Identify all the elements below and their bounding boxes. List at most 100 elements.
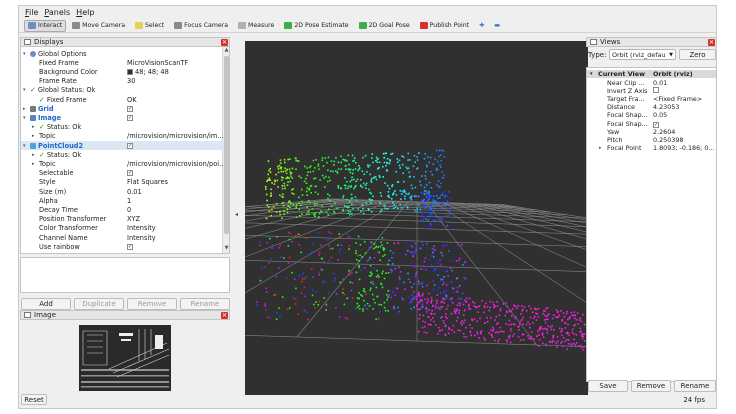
tree-row[interactable]: ▾ ✓ Global Status: Ok (21, 86, 224, 95)
view-type-select[interactable]: Orbit (rviz_defau ▼ (609, 49, 676, 60)
point-cloud-point (280, 170, 283, 173)
tool-2d-goal-pose[interactable]: 2D Goal Pose (355, 20, 414, 32)
3d-viewport[interactable] (245, 41, 588, 395)
menu-help[interactable]: Help (76, 8, 94, 17)
view-property-row[interactable]: Distance 4.23053 (587, 103, 716, 111)
minus-icon[interactable]: ▬ (490, 20, 504, 32)
point-cloud-render[interactable] (245, 41, 588, 395)
tree-row[interactable]: Use rainbow ✓ (21, 242, 224, 251)
tree-row[interactable]: Color Transformer Intensity (21, 224, 224, 233)
save-view-button[interactable]: Save (588, 380, 628, 392)
tree-row[interactable]: Channel Name Intensity (21, 233, 224, 242)
tree-row[interactable]: Alpha 1 (21, 196, 224, 205)
tree-row[interactable]: ▾ Global Options (21, 49, 224, 58)
view-property-row[interactable]: Yaw 2.2604 (587, 128, 716, 136)
view-property-row[interactable]: Focal Shap... ✓ (587, 120, 716, 128)
zero-view-button[interactable]: Zero (679, 49, 716, 60)
view-property-name: Focal Point (607, 143, 642, 152)
checkbox-checked[interactable]: ✓ (127, 170, 133, 177)
point-cloud-point (284, 167, 286, 169)
point-cloud-point (455, 277, 458, 280)
view-property-row[interactable]: ▸ Focal Point 1.8093; -0.186; 0... (587, 144, 716, 152)
tree-row[interactable]: Decay Time 0 (21, 205, 224, 214)
checkbox-checked[interactable]: ✓ (127, 114, 133, 121)
tree-row[interactable]: ▸ ✓ Status: Ok (21, 123, 224, 132)
close-image-panel-icon[interactable]: ✕ (221, 312, 228, 319)
point-cloud-point (278, 164, 281, 167)
expand-icon[interactable]: ▾ (23, 115, 28, 121)
expand-icon[interactable]: ▸ (32, 133, 37, 139)
tree-row[interactable]: ▾ PointCloud2 ✓ (21, 141, 224, 151)
point-cloud-point (387, 195, 389, 198)
point-cloud-point (430, 300, 433, 303)
tree-row[interactable]: ▸ Grid ✓ (21, 104, 224, 113)
checkbox-unchecked[interactable] (653, 87, 659, 94)
color-swatch[interactable] (127, 68, 133, 75)
checkbox-checked[interactable]: ✓ (127, 142, 133, 149)
expand-icon[interactable]: ▸ (32, 161, 37, 167)
add-display-button[interactable]: Add (21, 298, 71, 310)
point-cloud-point (409, 159, 411, 161)
collapse-left-icon[interactable]: ◂ (235, 211, 238, 218)
views-property-list[interactable]: ▾ Current View Orbit (rviz) Near Clip ... 0.… (586, 67, 717, 382)
point-cloud-point (317, 163, 320, 166)
tree-row[interactable]: Frame Rate 30 (21, 77, 224, 86)
tool-interact[interactable]: Interact (24, 19, 67, 32)
scroll-up-icon[interactable]: ▲ (223, 47, 229, 55)
rename-display-button[interactable]: Rename (180, 298, 230, 310)
expand-icon[interactable]: ▾ (23, 143, 28, 149)
point-cloud-point (416, 305, 418, 307)
displays-tree[interactable]: ▲ ▼ ▾ Global Options Fixed Frame MicroVisio… (20, 46, 230, 254)
tool-measure[interactable]: Measure (234, 20, 278, 32)
plus-icon[interactable]: ✚ (475, 20, 488, 32)
checkbox-checked[interactable]: ✓ (127, 243, 133, 250)
expand-icon[interactable]: ▸ (32, 124, 37, 130)
expand-icon[interactable]: ▸ (23, 106, 28, 112)
current-view-row[interactable]: ▾ Current View Orbit (rviz) (587, 70, 716, 79)
scroll-down-icon[interactable]: ▼ (223, 245, 229, 253)
point-cloud-point (347, 297, 350, 299)
tree-row[interactable]: Background Color 48; 48; 48 (21, 67, 224, 76)
menu-file[interactable]: File (25, 8, 38, 17)
tool-select[interactable]: Select (131, 20, 168, 32)
point-cloud-point (428, 309, 430, 311)
tool-move-camera[interactable]: Move Camera (68, 20, 129, 32)
tree-row[interactable]: ▸ ✓ Status: Ok (21, 150, 224, 159)
tree-row[interactable]: ▾ Image ✓ (21, 113, 224, 122)
point-cloud-point (425, 200, 428, 203)
tool-focus-camera[interactable]: Focus Camera (170, 20, 232, 32)
view-property-row[interactable]: Target Fra... <Fixed Frame> (587, 95, 716, 103)
expand-icon[interactable]: ▸ (32, 152, 37, 158)
expand-icon[interactable]: ▾ (23, 87, 28, 93)
point-cloud-point (390, 153, 392, 155)
view-property-row[interactable]: Focal Shap... 0.05 (587, 111, 716, 119)
checkbox-checked[interactable]: ✓ (127, 105, 133, 112)
expand-icon[interactable]: ▾ (23, 51, 28, 57)
point-cloud-point (535, 308, 538, 311)
view-property-row[interactable]: Pitch 0.250398 (587, 136, 716, 144)
tree-row[interactable]: Style Flat Squares (21, 178, 224, 187)
tool-publish-point[interactable]: Publish Point (416, 20, 473, 32)
tree-row[interactable]: Fixed Frame MicroVisionScanTF (21, 58, 224, 67)
duplicate-display-button[interactable]: Duplicate (74, 298, 124, 310)
tree-row[interactable]: ✓ Fixed Frame OK (21, 95, 224, 104)
close-displays-icon[interactable]: ✕ (221, 39, 228, 46)
reset-button[interactable]: Reset (21, 394, 47, 405)
close-views-icon[interactable]: ✕ (708, 39, 715, 46)
expand-icon[interactable]: ▾ (590, 71, 593, 77)
tool-2d-pose-estimate[interactable]: 2D Pose Estimate (280, 20, 352, 32)
scrollbar-thumb[interactable] (224, 56, 229, 234)
remove-display-button[interactable]: Remove (127, 298, 177, 310)
tree-row[interactable]: Selectable ✓ (21, 169, 224, 178)
tree-row[interactable]: Size (m) 0.01 (21, 187, 224, 196)
menu-panels[interactable]: Panels (44, 8, 70, 17)
tree-row[interactable]: ▸ Topic/microvision/microvision/poi... (21, 159, 224, 168)
tree-row[interactable]: ▸ Topic/microvision/microvision/im... (21, 132, 224, 141)
remove-view-button[interactable]: Remove (631, 380, 671, 392)
view-property-row[interactable]: Near Clip ... 0.01 (587, 79, 716, 87)
tree-row[interactable]: Position Transformer XYZ (21, 215, 224, 224)
view-property-row[interactable]: Invert Z Axis (587, 87, 716, 95)
point-cloud-point (369, 191, 371, 194)
rename-view-button[interactable]: Rename (674, 380, 716, 392)
expand-icon[interactable]: ▸ (599, 145, 602, 151)
